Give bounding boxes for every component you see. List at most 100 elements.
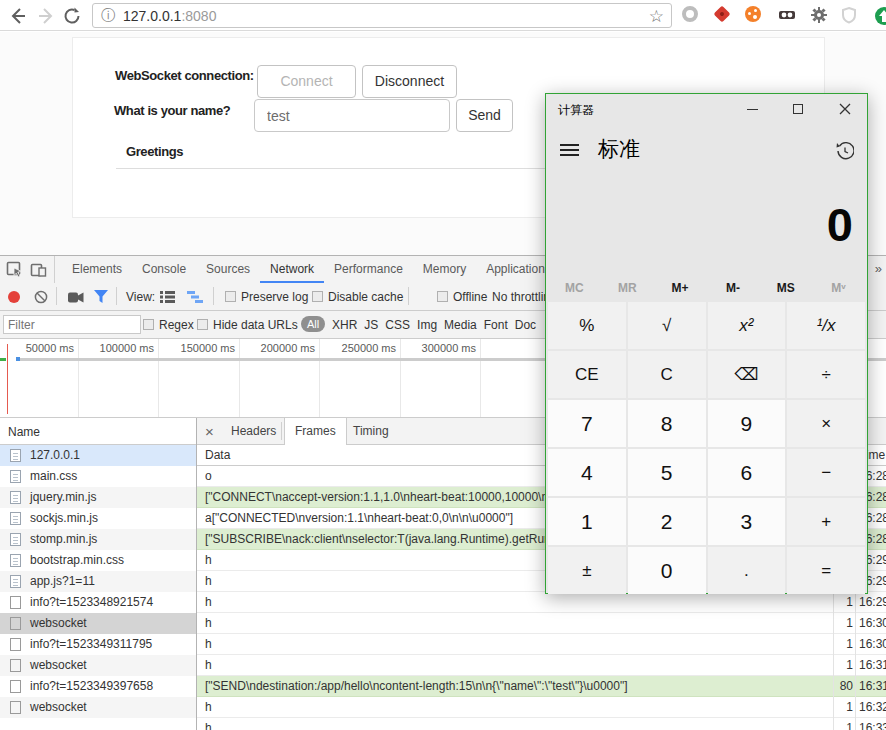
request-row[interactable]: bootstrap.min.css bbox=[0, 550, 196, 571]
calculator-key[interactable]: √ bbox=[628, 302, 706, 349]
data-column-header[interactable]: Data bbox=[205, 445, 230, 466]
request-row[interactable]: websocket bbox=[0, 655, 196, 676]
calculator-key[interactable]: − bbox=[787, 449, 865, 496]
calculator-key[interactable]: . bbox=[708, 547, 786, 594]
calculator-key[interactable]: 2 bbox=[628, 498, 706, 545]
frame-row[interactable]: h116:30:52 bbox=[197, 634, 886, 655]
device-toolbar-icon[interactable] bbox=[30, 261, 47, 278]
calculator-key[interactable]: 3 bbox=[708, 498, 786, 545]
hide-data-urls-checkbox[interactable]: Hide data URLs bbox=[197, 318, 298, 332]
request-row[interactable]: jquery.min.js bbox=[0, 487, 196, 508]
network-table-header[interactable]: Name bbox=[0, 418, 196, 445]
bookmark-star-icon[interactable]: ☆ bbox=[649, 6, 664, 27]
calculator-key[interactable]: 4 bbox=[548, 449, 626, 496]
calculator-key[interactable]: CE bbox=[548, 351, 626, 398]
filter-type[interactable]: JS bbox=[364, 318, 378, 332]
regex-checkbox[interactable]: Regex bbox=[143, 318, 194, 332]
reload-icon[interactable] bbox=[62, 6, 82, 26]
name-column-header[interactable]: Name bbox=[8, 425, 40, 439]
devtools-tab[interactable]: Network bbox=[260, 256, 324, 283]
calculator-key[interactable]: + bbox=[787, 498, 865, 545]
maximize-button[interactable] bbox=[776, 94, 821, 124]
request-row[interactable]: websocket bbox=[0, 697, 196, 718]
calculator-key[interactable]: ¹/x bbox=[787, 302, 865, 349]
memory-key[interactable]: MC bbox=[548, 276, 601, 298]
memory-key[interactable]: Mv bbox=[812, 276, 865, 298]
calculator-key[interactable]: 9 bbox=[708, 400, 786, 447]
filter-type[interactable]: Doc bbox=[515, 318, 536, 332]
memory-key[interactable]: M+ bbox=[654, 276, 707, 298]
frame-row[interactable]: h116:32:07 bbox=[197, 697, 886, 718]
calculator-key[interactable]: × bbox=[787, 400, 865, 447]
forward-icon[interactable] bbox=[36, 6, 56, 26]
request-row[interactable]: info?t=1523349397658 bbox=[0, 676, 196, 697]
filter-type[interactable]: XHR bbox=[332, 318, 357, 332]
devtools-tab[interactable]: Memory bbox=[413, 256, 476, 283]
frame-row[interactable]: ["SEND\ndestination:/app/hello\ncontent-… bbox=[197, 676, 886, 697]
request-row[interactable]: info?t=1523348921574 bbox=[0, 592, 196, 613]
extension-shield-icon[interactable] bbox=[840, 6, 858, 24]
devtools-tab[interactable]: Console bbox=[132, 256, 196, 283]
page-info-icon[interactable]: ⓘ bbox=[101, 7, 115, 25]
calculator-key[interactable]: % bbox=[548, 302, 626, 349]
calculator-key[interactable]: 6 bbox=[708, 449, 786, 496]
request-row[interactable]: websocket bbox=[0, 613, 196, 634]
devtools-tab[interactable]: Sources bbox=[196, 256, 260, 283]
filter-funnel-icon[interactable] bbox=[94, 290, 108, 303]
devtools-tab[interactable]: Performance bbox=[324, 256, 413, 283]
request-row[interactable]: app.js?1=11 bbox=[0, 571, 196, 592]
close-detail-icon[interactable]: × bbox=[205, 423, 214, 440]
calculator-key[interactable]: ⌫ bbox=[708, 351, 786, 398]
disconnect-button[interactable]: Disconnect bbox=[362, 65, 457, 98]
filter-type[interactable]: Img bbox=[417, 318, 437, 332]
tab-frames[interactable]: Frames bbox=[284, 418, 347, 446]
list-view-icon[interactable] bbox=[160, 291, 175, 303]
frame-row[interactable]: h116:29:52 bbox=[197, 592, 886, 613]
waterfall-icon[interactable] bbox=[187, 291, 203, 303]
memory-key[interactable]: M- bbox=[706, 276, 759, 298]
memory-key[interactable]: MR bbox=[601, 276, 654, 298]
filter-type[interactable]: CSS bbox=[385, 318, 410, 332]
extension-ring-icon[interactable] bbox=[682, 6, 700, 24]
request-row[interactable]: 127.0.0.1 bbox=[0, 445, 196, 466]
connect-button[interactable]: Connect bbox=[257, 65, 356, 98]
calculator-key[interactable]: 5 bbox=[628, 449, 706, 496]
inspect-icon[interactable] bbox=[6, 261, 23, 278]
address-bar[interactable]: ⓘ 127.0.0.1:8080 ☆ bbox=[92, 3, 672, 28]
devtools-tab[interactable]: Application bbox=[476, 256, 555, 283]
frame-row[interactable]: h116:33:05 bbox=[197, 718, 886, 730]
calculator-key[interactable]: ÷ bbox=[787, 351, 865, 398]
calculator-key[interactable]: x² bbox=[708, 302, 786, 349]
request-row[interactable]: stomp.min.js bbox=[0, 529, 196, 550]
extension-gear-icon[interactable] bbox=[810, 6, 828, 24]
calculator-key[interactable]: = bbox=[787, 547, 865, 594]
filter-input[interactable] bbox=[3, 315, 141, 334]
name-input[interactable] bbox=[254, 99, 450, 132]
menu-icon[interactable] bbox=[560, 144, 579, 157]
tab-headers[interactable]: Headers bbox=[221, 418, 286, 445]
calculator-key[interactable]: 7 bbox=[548, 400, 626, 447]
calculator-key[interactable]: 8 bbox=[628, 400, 706, 447]
extension-orange-icon[interactable] bbox=[745, 6, 763, 24]
calculator-key[interactable]: 1 bbox=[548, 498, 626, 545]
close-button[interactable] bbox=[822, 94, 867, 124]
request-row[interactable]: info?t=1523349311795 bbox=[0, 634, 196, 655]
calculator-key[interactable]: ± bbox=[548, 547, 626, 594]
camera-icon[interactable] bbox=[68, 292, 84, 303]
send-button[interactable]: Send bbox=[456, 99, 513, 132]
record-icon[interactable] bbox=[8, 291, 20, 303]
extension-diamond-icon[interactable] bbox=[714, 6, 732, 24]
more-tabs-icon[interactable]: » bbox=[875, 261, 882, 276]
frame-row[interactable]: h116:30:22 bbox=[197, 613, 886, 634]
calculator-key[interactable]: 0 bbox=[628, 547, 706, 594]
request-row[interactable]: sockjs.min.js bbox=[0, 508, 196, 529]
offline-checkbox[interactable]: Offline bbox=[437, 290, 487, 304]
filter-type[interactable]: Font bbox=[484, 318, 508, 332]
preserve-log-checkbox[interactable]: Preserve log bbox=[225, 290, 308, 304]
minimize-button[interactable] bbox=[730, 94, 775, 124]
history-icon[interactable] bbox=[836, 142, 854, 160]
filter-all-pill[interactable]: All bbox=[301, 316, 325, 332]
clear-icon[interactable] bbox=[34, 290, 48, 304]
memory-key[interactable]: MS bbox=[759, 276, 812, 298]
back-icon[interactable] bbox=[8, 6, 28, 26]
